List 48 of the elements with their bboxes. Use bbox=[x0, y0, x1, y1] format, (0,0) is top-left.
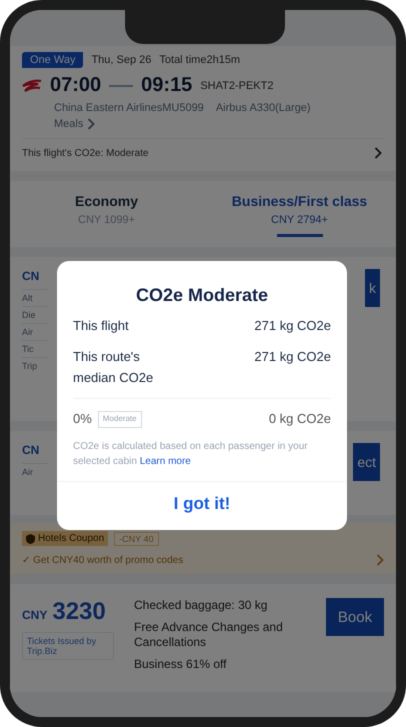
action-button[interactable]: k bbox=[365, 269, 380, 307]
action-button[interactable]: ect bbox=[353, 443, 380, 481]
emission-difference: 0 kg CO2e bbox=[268, 410, 331, 428]
flight-date: Thu, Sep 26 bbox=[91, 54, 152, 66]
cabin-tab[interactable]: Economy CNY 1099+ bbox=[10, 193, 203, 247]
emission-label: This route's median CO2e bbox=[73, 348, 154, 387]
price-amount: 3230 bbox=[52, 598, 106, 626]
chevron-right-icon bbox=[376, 554, 384, 566]
airline-flight-number: China Eastern AirlinesMU5099 bbox=[54, 102, 204, 114]
learn-more-link[interactable]: Learn more bbox=[140, 456, 191, 467]
promo-code-row[interactable]: ✓ Get CNY40 worth of promo codes bbox=[22, 554, 384, 566]
confirm-button[interactable]: I got it! bbox=[57, 481, 347, 530]
fare-detail: Tic bbox=[22, 340, 48, 357]
book-button[interactable]: Book bbox=[326, 598, 384, 636]
ticket-issuer-tag: Tickets Issued by Trip.Biz bbox=[22, 632, 114, 660]
route-terminals: SHAT2-PEKT2 bbox=[200, 80, 274, 92]
calculation-note: CO2e is calculated based on each passenger in your selected cabin Learn more bbox=[73, 440, 309, 469]
airline-logo-icon bbox=[22, 78, 42, 94]
chevron-right-icon bbox=[87, 118, 96, 130]
emission-label: This flight bbox=[73, 317, 129, 335]
total-time: Total time2h15m bbox=[159, 54, 240, 66]
shield-icon bbox=[26, 534, 35, 544]
departure-time: 07:00 bbox=[50, 74, 102, 97]
fare-detail: Air bbox=[22, 463, 48, 480]
chevron-right-icon bbox=[374, 147, 382, 159]
dialog-title: CO2e Moderate bbox=[134, 284, 270, 307]
fare-detail: Die bbox=[22, 306, 48, 323]
fare-detail: Alt bbox=[22, 289, 48, 306]
fare-feature: Business 61% off bbox=[134, 656, 228, 672]
trip-type-tag: One Way bbox=[22, 52, 84, 68]
price-currency: CNY bbox=[22, 608, 48, 622]
fare-price: CN bbox=[22, 443, 40, 457]
coupon-amount: -CNY 40 bbox=[114, 532, 159, 546]
fare-feature: Free Advance Changes and Cancellations bbox=[134, 620, 284, 651]
emission-percentage: 0% bbox=[73, 410, 92, 428]
cabin-tab[interactable]: Business/First class CNY 2794+ bbox=[203, 193, 396, 247]
emission-level-tag: Moderate bbox=[98, 411, 142, 428]
aircraft-type: Airbus A330(Large) bbox=[216, 102, 311, 114]
co2-summary-row[interactable]: This flight's CO2e: Moderate bbox=[22, 138, 384, 171]
meals-link[interactable]: Meals bbox=[54, 118, 84, 130]
arrival-time: 09:15 bbox=[141, 74, 192, 97]
fare-price: CN bbox=[22, 269, 40, 283]
emission-value: 271 kg CO2e bbox=[254, 317, 331, 335]
fare-detail: Trip bbox=[22, 357, 48, 374]
emission-value: 271 kg CO2e bbox=[254, 348, 331, 366]
fare-detail: Air bbox=[22, 323, 48, 340]
fare-feature: Checked baggage: 30 kg bbox=[134, 598, 268, 614]
hotels-coupon-badge: Hotels Coupon bbox=[22, 531, 108, 546]
